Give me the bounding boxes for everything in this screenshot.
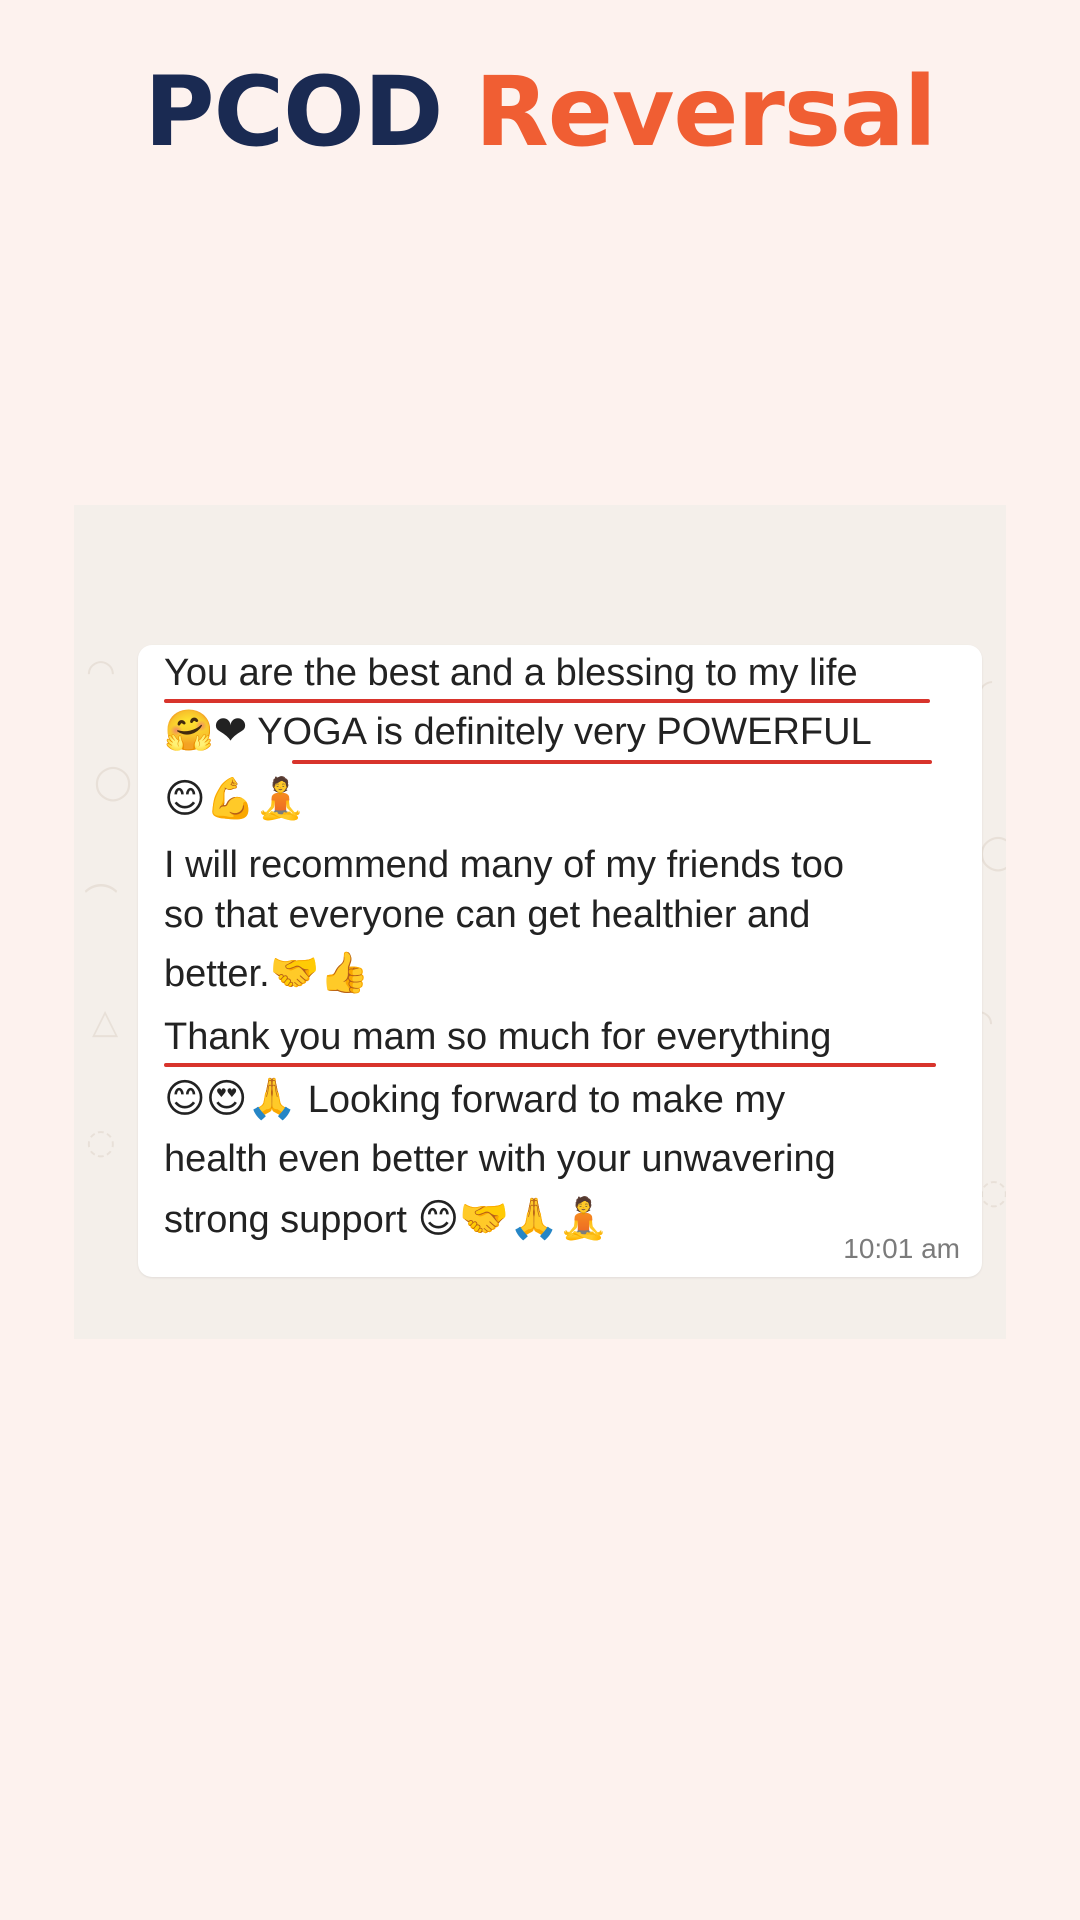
message-line: strong support 😊🤝🙏🧘	[164, 1197, 609, 1242]
message-line: 😊💪🧘	[164, 777, 305, 822]
wallpaper-doodle-icon: △	[92, 1002, 119, 1042]
message-line: I will recommend many of my friends too	[164, 844, 845, 886]
message-line: 😊😍🙏 Looking forward to make my	[164, 1077, 785, 1122]
smile-muscle-yoga-emoji-icon: 😊💪🧘	[164, 776, 306, 822]
title-part-pcod: PCOD	[144, 56, 443, 168]
message-line: Thank you mam so much for everything	[164, 1016, 832, 1058]
message-text: YOGA is definitely very POWERFUL	[257, 711, 872, 753]
message-text: Looking forward to make my	[307, 1079, 786, 1121]
message-line: so that everyone can get healthier and	[164, 894, 811, 936]
message-timestamp: 10:01 am	[843, 1233, 960, 1264]
message-bubble: You are the best and a blessing to my li…	[138, 645, 982, 1277]
message-line: health even better with your unwavering	[164, 1138, 836, 1180]
highlight-underline	[164, 699, 930, 703]
title-part-reversal: Reversal	[474, 56, 937, 168]
message-line: You are the best and a blessing to my li…	[164, 652, 858, 694]
message-text: strong support	[164, 1199, 407, 1241]
wallpaper-doodle-icon: ◌	[86, 1122, 116, 1162]
smile-hearteyes-pray-emoji-icon: 😊😍🙏	[164, 1076, 298, 1122]
hug-heart-emoji-icon: 🤗❤	[164, 708, 248, 754]
page-title: PCOD Reversal	[0, 52, 1080, 172]
wallpaper-doodle-icon: ◠	[86, 652, 116, 692]
smile-handshake-pray-yoga-emoji-icon: 😊🤝🙏🧘	[417, 1196, 609, 1242]
handshake-thumbsup-emoji-icon: 🤝👍	[269, 950, 370, 996]
wallpaper-doodle-icon: ⌒	[84, 882, 118, 922]
highlight-underline	[164, 1063, 936, 1067]
wallpaper-doodle-icon: ◯	[979, 832, 1006, 872]
chat-screenshot: ◠ ◯ ⌒ △ ◌ ◜ ◯ ◝ ◌ You are the best and a…	[74, 505, 1006, 1339]
wallpaper-doodle-icon: ◯	[94, 762, 133, 802]
message-text: better.	[164, 953, 270, 995]
message-line: better.🤝👍	[164, 951, 369, 996]
message-line: 🤗❤ YOGA is definitely very POWERFUL	[164, 709, 872, 754]
wallpaper-doodle-icon: ◌	[979, 1172, 1006, 1212]
highlight-underline	[292, 760, 932, 764]
